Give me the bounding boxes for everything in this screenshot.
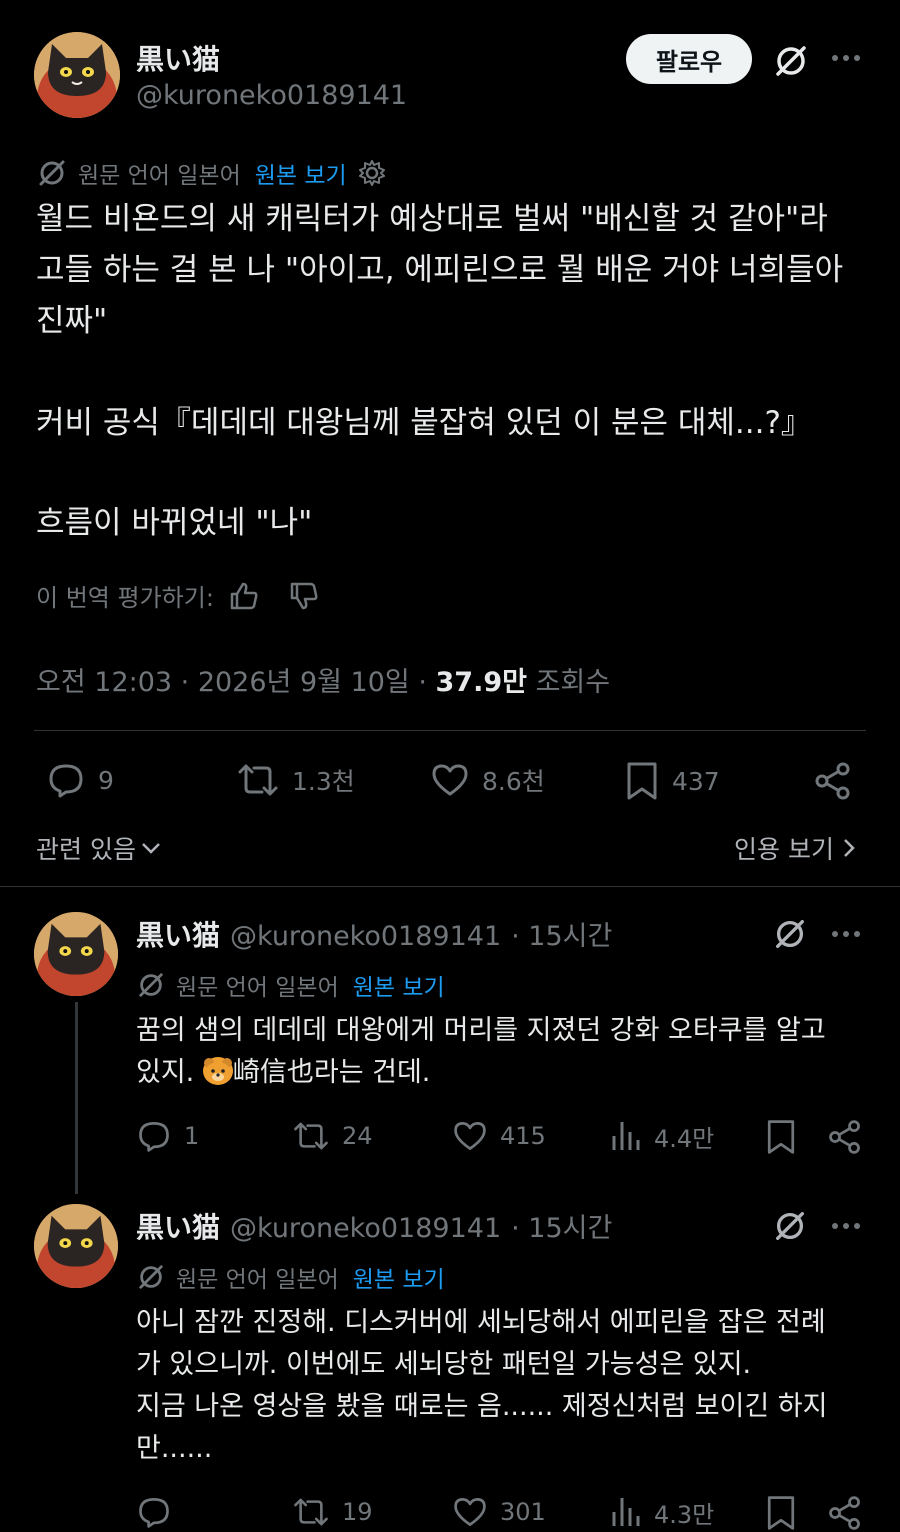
reply-translation-bar: 원문 언어 일본어 원본 보기 [136,968,445,1002]
share-icon[interactable] [826,1494,864,1532]
like-count: 415 [500,1122,546,1150]
reply-avatar[interactable] [34,1204,118,1288]
more-icon[interactable] [830,1210,862,1242]
views-button[interactable]: 4.4만 [610,1118,714,1154]
reply-button[interactable]: 9 [46,760,114,800]
share-icon[interactable] [826,1118,864,1156]
bear-emoji-icon [202,1057,233,1085]
reply-author-name[interactable]: 黒い猫 [136,1206,220,1246]
author-name[interactable]: 黒い猫 [136,38,220,78]
like-button[interactable]: 415 [452,1118,546,1154]
divider [0,886,900,887]
post-meta: 오전 12:03 · 2026년 9월 10일 · 37.9만 조회수 [36,660,610,699]
reply-header: 黒い猫 @kuroneko0189141 · 15시간 [136,1206,612,1246]
bookmark-icon[interactable] [764,1494,798,1532]
chevron-right-icon [838,837,860,859]
analytics-icon [610,1118,642,1154]
view-original-link[interactable]: 원본 보기 [353,1260,445,1294]
translate-icon [136,1262,166,1292]
avatar[interactable] [34,32,120,118]
reply-button[interactable]: 1 [136,1118,199,1154]
translate-icon [136,970,166,1000]
views-count: 4.3만 [654,1500,715,1529]
divider [34,730,866,731]
reply-time[interactable]: · 15시간 [511,1206,612,1245]
view-original-link[interactable]: 원본 보기 [353,968,445,1002]
reply-avatar[interactable] [34,912,118,996]
translation-bar: 원문 언어 일본어 원본 보기 [36,156,387,190]
bookmark-icon [624,760,660,802]
thumbs-up-icon[interactable] [228,580,260,612]
share-icon[interactable] [812,760,854,802]
repost-count: 24 [342,1122,373,1150]
grok-icon[interactable] [772,916,808,952]
thumbs-down-icon[interactable] [288,580,320,612]
repost-icon [236,760,280,800]
views-count: 4.4만 [654,1124,715,1153]
reply-text: 아니 잠깐 진정해. 디스커버에 세뇌당해서 에피린을 잡은 전례 가 있으니까… [136,1307,828,1464]
repost-button[interactable]: 19 [292,1494,373,1530]
translate-icon [36,157,68,189]
reply-header: 黒い猫 @kuroneko0189141 · 15시간 [136,914,612,954]
post-text-paragraph-3: 흐름이 바뀌었네 "나" [36,505,313,541]
related-label: 관련 있음 [36,835,136,864]
reply-count: 9 [98,765,114,795]
chevron-down-icon [140,837,162,859]
views-count: 37.9만 [435,667,527,698]
post-text-paragraph-2: 커비 공식『데데데 대왕님께 붙잡혀 있던 이 분은 대체...?』 [36,405,812,441]
heart-icon [452,1494,488,1530]
repost-count: 19 [342,1498,373,1526]
quotes-label: 인용 보기 [734,835,834,864]
bookmark-count: 437 [672,766,720,796]
views-label: 조회수 [535,667,611,698]
view-original-link[interactable]: 원본 보기 [255,156,347,190]
rate-label: 이 번역 평가하기: [36,584,214,612]
reply-icon [136,1118,172,1154]
bookmark-button[interactable]: 437 [624,760,720,802]
grok-icon[interactable] [772,1208,808,1244]
related-toggle[interactable]: 관련 있음 [36,830,162,866]
translate-source: 원문 언어 일본어 [176,1267,339,1293]
views-button[interactable]: 4.3만 [610,1494,714,1530]
settings-gear-icon[interactable] [357,158,387,188]
translate-source: 원문 언어 일본어 [176,975,339,1001]
heart-icon [430,760,470,800]
like-count: 8.6천 [482,767,545,796]
bookmark-icon[interactable] [764,1118,798,1156]
reply-time[interactable]: · 15시간 [511,914,612,953]
follow-button[interactable]: 팔로우 [626,34,752,84]
reply-button[interactable] [136,1494,184,1530]
repost-icon [292,1118,330,1154]
like-button[interactable]: 8.6천 [430,760,545,800]
like-count: 301 [500,1498,546,1526]
reply-author-handle[interactable]: @kuroneko0189141 [230,1213,501,1244]
reply-count: 1 [184,1122,200,1150]
view-quotes-link[interactable]: 인용 보기 [734,830,860,866]
more-icon[interactable] [830,40,862,72]
like-button[interactable]: 301 [452,1494,546,1530]
reply-text: 꿈의 샘의 데데데 대왕에게 머리를 지졌던 강화 오타쿠를 알고 있지. 崎信… [136,1010,876,1094]
reply-icon [46,760,86,800]
analytics-icon [610,1494,642,1530]
heart-icon [452,1118,488,1154]
author-handle[interactable]: @kuroneko0189141 [136,80,407,111]
repost-button[interactable]: 1.3천 [236,760,355,800]
reply-author-handle[interactable]: @kuroneko0189141 [230,921,501,952]
reply-icon [136,1494,172,1530]
more-icon[interactable] [830,918,862,950]
timestamp[interactable]: 오전 12:03 · 2026년 9월 10일 · [36,667,427,698]
rate-translation-row: 이 번역 평가하기: [36,578,320,613]
repost-count: 1.3천 [292,767,355,796]
post-text-paragraph-1: 월드 비욘드의 새 캐릭터가 예상대로 벌써 "배신할 것 같아"라 고들 하는… [36,201,844,339]
repost-button[interactable]: 24 [292,1118,373,1154]
grok-icon[interactable] [772,42,810,80]
thread-connector [75,1002,78,1194]
translate-source: 원문 언어 일본어 [78,163,241,189]
reply-author-name[interactable]: 黒い猫 [136,914,220,954]
reply-translation-bar: 원문 언어 일본어 원본 보기 [136,1260,445,1294]
repost-icon [292,1494,330,1530]
reply-text-part-2: 崎信也라는 건데. [232,1057,431,1088]
